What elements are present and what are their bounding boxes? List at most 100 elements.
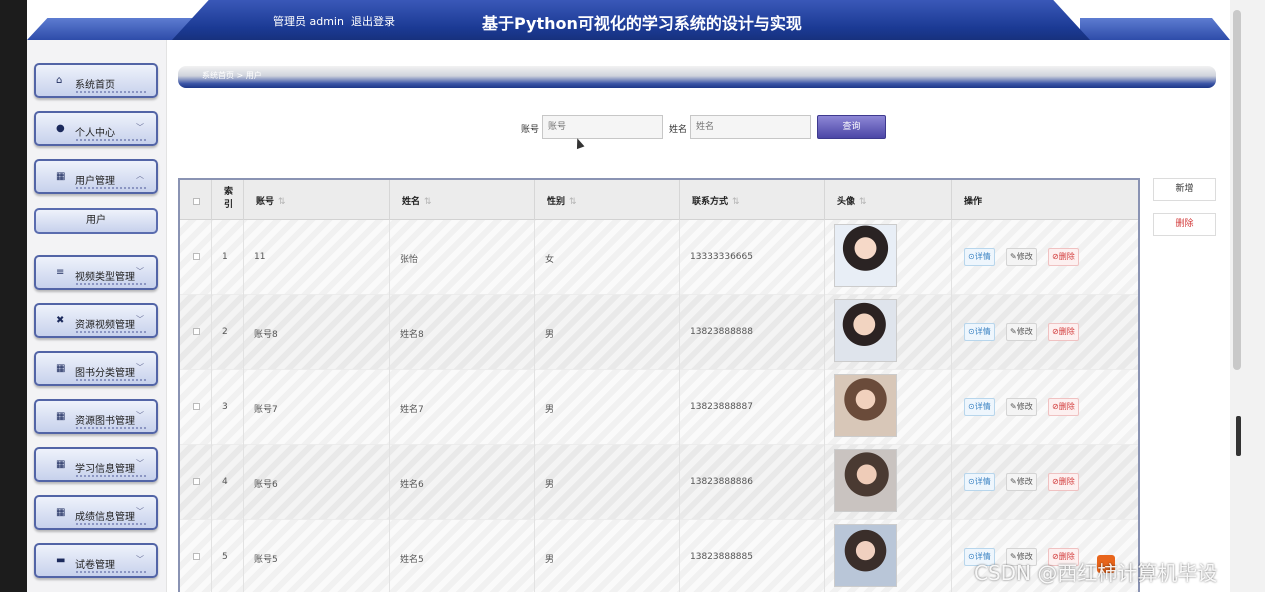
view-button[interactable]: ⊙详情 (964, 473, 995, 491)
sort-icon[interactable]: ⇅ (732, 197, 740, 207)
phone-value: 13823888885 (690, 552, 753, 562)
delete-row-button[interactable]: ⊘删除 (1048, 398, 1079, 416)
row-checkbox[interactable] (193, 328, 200, 335)
sidebar-item-videos[interactable]: ✖ 资源视频管理 ﹀ (34, 303, 158, 338)
cell-avatar (825, 520, 952, 592)
account-label: 账号 (521, 125, 540, 135)
watermark: CSDN @西红柿计算机毕设 (974, 561, 1218, 585)
view-button[interactable]: ⊙详情 (964, 398, 995, 416)
header-avatar[interactable]: 头像 ⇅ (825, 180, 952, 220)
avatar[interactable] (834, 524, 897, 587)
cell-phone: 13823888886 (680, 445, 825, 520)
header-label: 姓名 (402, 197, 421, 207)
sidebar-item-books[interactable]: ▦ 资源图书管理 ﹀ (34, 399, 158, 434)
header-name[interactable]: 姓名 ⇅ (390, 180, 535, 220)
account-value: 11 (254, 252, 266, 262)
index-value: 2 (222, 327, 228, 337)
sidebar-item-exams[interactable]: ▬ 试卷管理 ﹀ (34, 543, 158, 578)
phone-value: 13333336665 (690, 252, 753, 262)
cell-account: 账号8 (244, 295, 390, 370)
grid-icon: ▦ (56, 171, 66, 182)
cell-index: 3 (212, 370, 244, 445)
delete-button[interactable]: 删除 (1153, 213, 1216, 236)
gender-value: 男 (545, 405, 555, 415)
header-ops: 操作 (952, 180, 1138, 220)
gender-value: 女 (545, 255, 555, 265)
cell-ops: ⊙详情 ✎修改 ⊘删除 (952, 220, 1138, 295)
logout-link[interactable]: 退出登录 (351, 15, 395, 28)
sort-icon[interactable]: ⇅ (859, 197, 867, 207)
header-phone[interactable]: 联系方式 ⇅ (680, 180, 825, 220)
sidebar-item-label: 学习信息管理 (75, 464, 135, 475)
sidebar-item-book-categories[interactable]: ▦ 图书分类管理 ﹀ (34, 351, 158, 386)
cell-select (180, 220, 212, 295)
edit-button[interactable]: ✎修改 (1006, 473, 1037, 491)
account-search-input[interactable] (542, 115, 663, 139)
header-label: 头像 (837, 197, 856, 207)
view-button[interactable]: ⊙详情 (964, 248, 995, 266)
table-row: 3 账号7 姓名7 男 13823888887 ⊙详情 ✎修改 ⊘删除 (180, 370, 1138, 445)
cell-account: 11 (244, 220, 390, 295)
sidebar-item-label: 系统首页 (75, 80, 115, 91)
monitor-icon: ▬ (56, 555, 66, 566)
sidebar-item-profile[interactable]: ● 个人中心 ﹀ (34, 111, 158, 146)
sidebar-subitem-user[interactable]: 用户 (34, 208, 158, 234)
avatar[interactable] (834, 449, 897, 512)
breadcrumb-home[interactable]: 系统首页 (202, 71, 234, 80)
header-label: 性别 (547, 197, 566, 207)
scrollbar[interactable] (1230, 0, 1265, 592)
sort-icon[interactable]: ⇅ (424, 197, 432, 207)
cell-name: 姓名8 (390, 295, 535, 370)
cell-index: 4 (212, 445, 244, 520)
row-checkbox[interactable] (193, 253, 200, 260)
cell-avatar (825, 370, 952, 445)
gender-value: 男 (545, 555, 555, 565)
grid-icon: ▦ (56, 411, 66, 422)
name-search-input[interactable] (690, 115, 811, 139)
chevron-down-icon: ﹀ (136, 555, 144, 564)
add-button[interactable]: 新增 (1153, 178, 1216, 201)
cell-name: 张怡 (390, 220, 535, 295)
search-button[interactable]: 查询 (817, 115, 886, 139)
row-checkbox[interactable] (193, 478, 200, 485)
avatar[interactable] (834, 374, 897, 437)
menu-dots (76, 331, 146, 333)
sidebar-item-study-info[interactable]: ▦ 学习信息管理 ﹀ (34, 447, 158, 482)
avatar[interactable] (834, 299, 897, 362)
header-account[interactable]: 账号 ⇅ (244, 180, 390, 220)
user-info: 管理员 admin 退出登录 (273, 13, 402, 29)
account-value: 账号5 (254, 555, 278, 565)
cell-select (180, 520, 212, 592)
sort-icon[interactable]: ⇅ (278, 197, 286, 207)
row-checkbox[interactable] (193, 403, 200, 410)
menu-dots (76, 571, 146, 573)
header-gender[interactable]: 性别 ⇅ (535, 180, 680, 220)
sidebar-item-users[interactable]: ▦ 用户管理 ︿ (34, 159, 158, 194)
sidebar-item-label: 成绩信息管理 (75, 512, 135, 523)
cell-gender: 男 (535, 370, 680, 445)
row-checkbox[interactable] (193, 553, 200, 560)
sidebar-item-video-types[interactable]: ≡ 视频类型管理 ﹀ (34, 255, 158, 290)
cell-account: 账号6 (244, 445, 390, 520)
edit-button[interactable]: ✎修改 (1006, 323, 1037, 341)
menu-dots (76, 427, 146, 429)
menu-dots (76, 187, 146, 189)
name-value: 姓名8 (400, 330, 424, 340)
user-icon: ● (56, 123, 65, 134)
menu-dots (76, 139, 146, 141)
delete-row-button[interactable]: ⊘删除 (1048, 323, 1079, 341)
edit-button[interactable]: ✎修改 (1006, 248, 1037, 266)
avatar[interactable] (834, 224, 897, 287)
header-band-left (27, 18, 197, 40)
select-all-checkbox[interactable] (193, 198, 200, 205)
sidebar-item-scores[interactable]: ▦ 成绩信息管理 ﹀ (34, 495, 158, 530)
edit-button[interactable]: ✎修改 (1006, 398, 1037, 416)
scrollbar-thumb[interactable] (1233, 10, 1241, 370)
sidebar-item-home[interactable]: ⌂ 系统首页 (34, 63, 158, 98)
chevron-down-icon: ﹀ (136, 123, 144, 132)
delete-row-button[interactable]: ⊘删除 (1048, 473, 1079, 491)
delete-row-button[interactable]: ⊘删除 (1048, 248, 1079, 266)
view-button[interactable]: ⊙详情 (964, 323, 995, 341)
sort-icon[interactable]: ⇅ (569, 197, 577, 207)
cell-ops: ⊙详情 ✎修改 ⊘删除 (952, 295, 1138, 370)
